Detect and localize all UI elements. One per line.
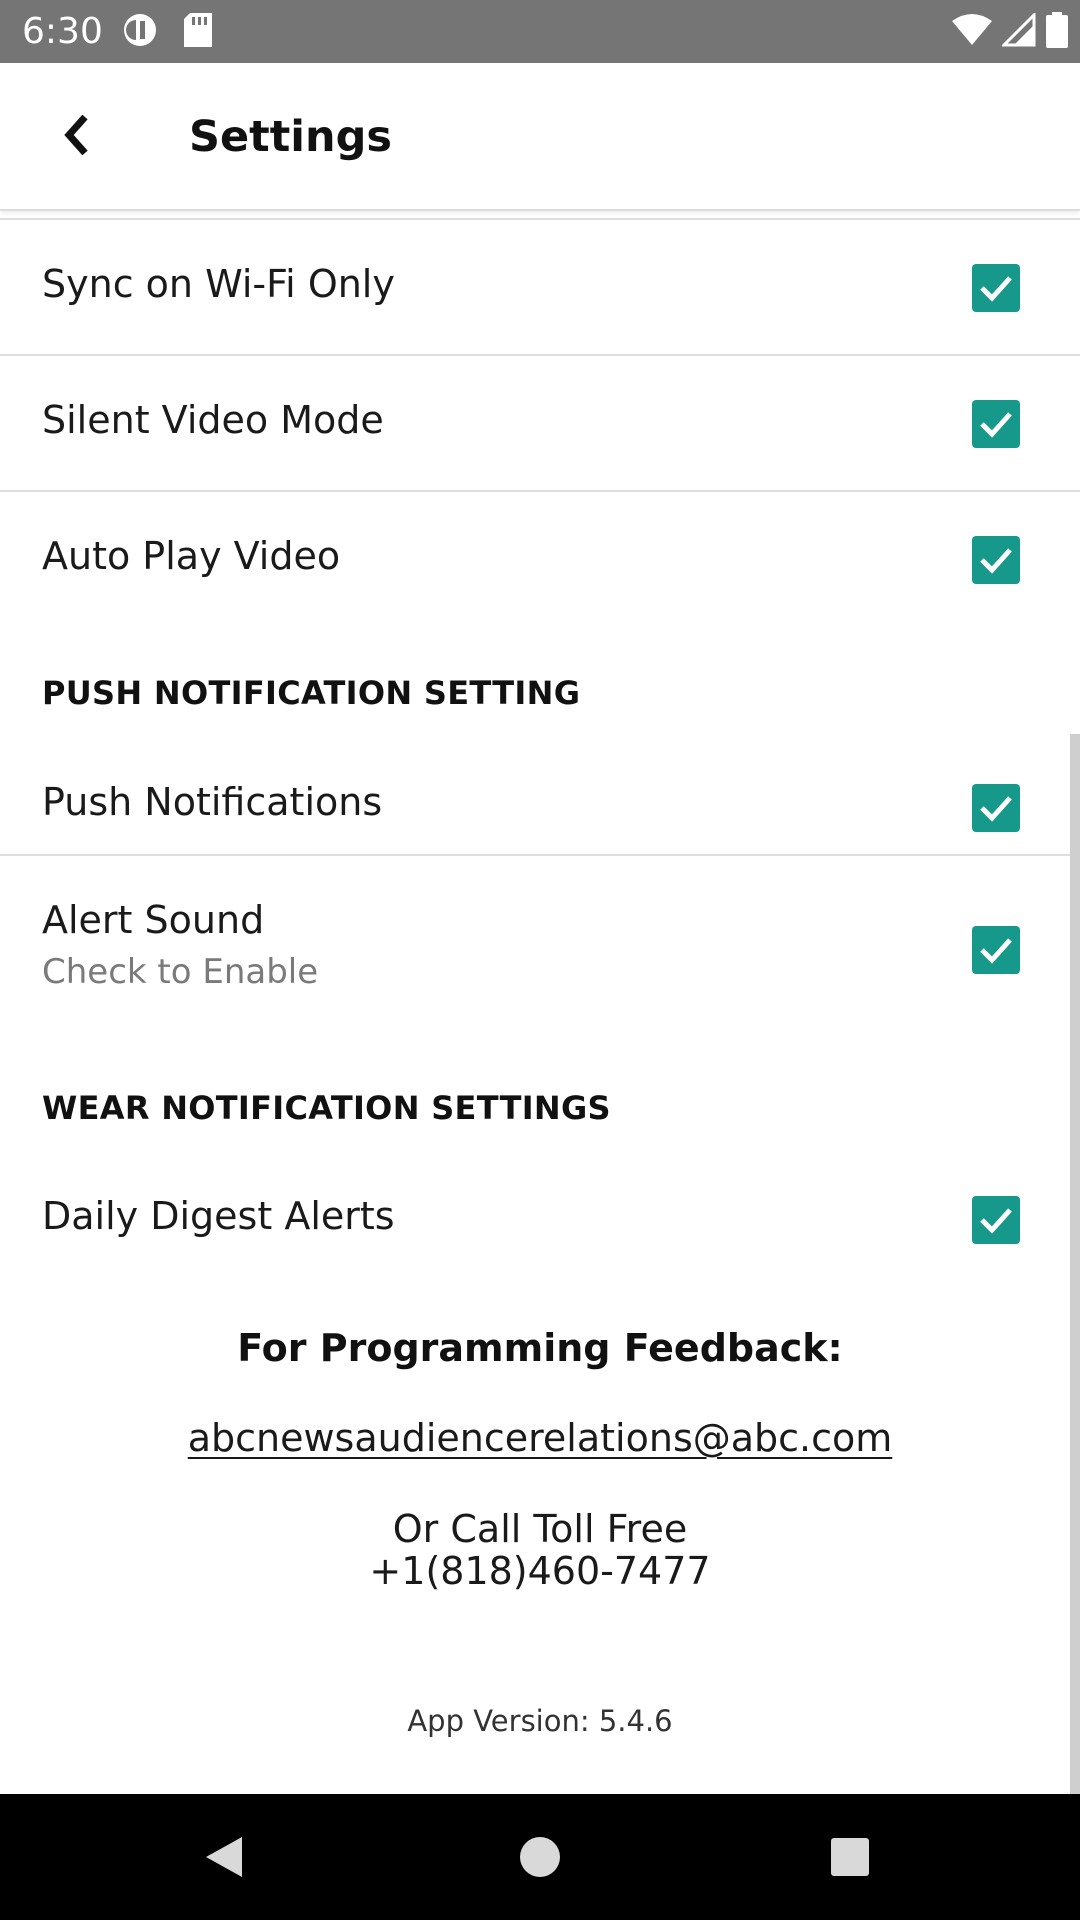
checkmark-icon — [972, 784, 1020, 832]
setting-sublabel: Check to Enable — [42, 952, 319, 992]
setting-label: Alert Sound — [42, 898, 265, 942]
settings-list: Sync on Wi-Fi Only Silent Video Mode Aut… — [0, 218, 1080, 1794]
data-saver-icon — [122, 12, 158, 52]
setting-label: Silent Video Mode — [42, 398, 384, 442]
setting-label: Push Notifications — [42, 780, 383, 824]
setting-auto-play-video[interactable]: Auto Play Video — [0, 492, 1080, 626]
cell-signal-icon — [1000, 11, 1036, 51]
wear-section-header: WEAR NOTIFICATION SETTINGS — [42, 1089, 611, 1127]
setting-sync-wifi-only[interactable]: Sync on Wi-Fi Only — [0, 220, 1080, 354]
page-title: Settings — [189, 112, 392, 162]
setting-alert-sound[interactable]: Alert Sound Check to Enable — [0, 856, 1080, 1016]
setting-label: Sync on Wi-Fi Only — [42, 262, 395, 306]
checkmark-icon — [972, 536, 1020, 584]
auto-play-checkbox[interactable] — [972, 536, 1020, 584]
sync-wifi-checkbox[interactable] — [972, 264, 1020, 312]
scrollbar[interactable] — [1070, 734, 1080, 1794]
checkmark-icon — [972, 400, 1020, 448]
battery-icon — [1046, 12, 1068, 52]
wifi-icon — [952, 13, 992, 51]
app-bar: Settings — [0, 63, 1080, 211]
back-button[interactable] — [52, 107, 100, 167]
checkmark-icon — [972, 264, 1020, 312]
nav-home-button[interactable] — [510, 1827, 570, 1887]
phone-number-link[interactable]: +1(818)460-7477 — [0, 1550, 1080, 1592]
recents-square-icon — [831, 1838, 869, 1876]
sd-card-icon — [184, 13, 212, 51]
home-circle-icon — [520, 1837, 560, 1877]
push-notifications-checkbox[interactable] — [972, 784, 1020, 832]
silent-video-checkbox[interactable] — [972, 400, 1020, 448]
app-version: App Version: 5.4.6 — [407, 1704, 673, 1738]
status-bar: 6:30 — [0, 0, 1080, 63]
checkmark-icon — [972, 1196, 1020, 1244]
setting-label: Daily Digest Alerts — [42, 1194, 395, 1238]
call-toll-free-label: Or Call Toll Free — [392, 1507, 688, 1551]
feedback-title: For Programming Feedback: — [237, 1326, 843, 1370]
push-section-header: PUSH NOTIFICATION SETTING — [42, 674, 581, 712]
checkmark-icon — [972, 926, 1020, 974]
setting-label: Auto Play Video — [42, 534, 341, 578]
setting-silent-video-mode[interactable]: Silent Video Mode — [0, 356, 1080, 490]
status-icons-right — [952, 11, 1068, 52]
chevron-left-icon — [63, 114, 89, 159]
daily-digest-checkbox[interactable] — [972, 1196, 1020, 1244]
alert-sound-checkbox[interactable] — [972, 926, 1020, 974]
status-icons-left — [122, 12, 212, 52]
back-triangle-icon — [206, 1837, 242, 1877]
nav-recents-button[interactable] — [820, 1827, 880, 1887]
nav-back-button[interactable] — [194, 1827, 254, 1887]
feedback-email[interactable]: abcnewsaudiencerelations@abc.com — [188, 1416, 893, 1460]
status-time: 6:30 — [22, 11, 103, 52]
feedback-email-link[interactable]: abcnewsaudiencerelations@abc.com — [0, 1416, 1080, 1460]
setting-daily-digest-alerts[interactable]: Daily Digest Alerts — [0, 1152, 1080, 1288]
system-nav-bar — [0, 1794, 1080, 1920]
